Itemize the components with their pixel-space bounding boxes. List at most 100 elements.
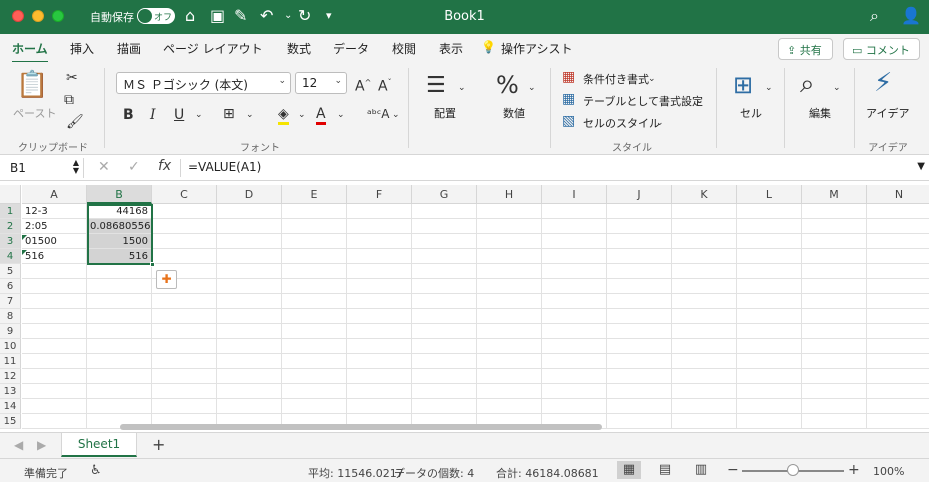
cell[interactable]: [607, 339, 672, 354]
cell[interactable]: [542, 249, 607, 264]
cell[interactable]: [672, 399, 737, 414]
find-icon[interactable]: ⌕: [800, 70, 815, 98]
copy-icon[interactable]: ⧉: [64, 92, 74, 108]
cell[interactable]: [607, 249, 672, 264]
cell[interactable]: [282, 264, 347, 279]
cell[interactable]: [282, 309, 347, 324]
cell[interactable]: [347, 294, 412, 309]
paste-label[interactable]: ペースト: [13, 105, 56, 121]
ideas-button[interactable]: アイデア: [866, 105, 909, 121]
cell[interactable]: [542, 204, 607, 219]
cell[interactable]: [217, 339, 282, 354]
cell[interactable]: [412, 249, 477, 264]
cell[interactable]: [282, 234, 347, 249]
tab-home[interactable]: ホーム: [12, 40, 48, 63]
font-size-select[interactable]: 12 ⌄: [295, 72, 347, 94]
cell[interactable]: [672, 339, 737, 354]
chevron-down-icon[interactable]: ⌄: [528, 80, 536, 96]
cell[interactable]: [412, 399, 477, 414]
cell[interactable]: [412, 309, 477, 324]
cell[interactable]: [542, 234, 607, 249]
row-header[interactable]: 2: [0, 219, 21, 234]
decrease-font-icon[interactable]: Aˇ: [378, 75, 392, 95]
phonetic-icon[interactable]: ᵃᵇᶜA: [367, 106, 390, 122]
conditional-format-button[interactable]: 条件付き書式: [583, 71, 649, 87]
format-painter-icon[interactable]: 🖌: [66, 114, 84, 130]
cell[interactable]: [347, 309, 412, 324]
row-header[interactable]: 12: [0, 369, 21, 384]
cell[interactable]: [607, 309, 672, 324]
cell[interactable]: [802, 399, 867, 414]
add-sheet-icon[interactable]: +: [152, 435, 165, 454]
cell[interactable]: [152, 234, 217, 249]
enter-icon[interactable]: ✓: [128, 159, 140, 175]
cell[interactable]: [22, 369, 87, 384]
chevron-down-icon[interactable]: ⌄: [337, 107, 345, 123]
tab-view[interactable]: 表示: [439, 40, 463, 57]
cell[interactable]: [542, 279, 607, 294]
row-header[interactable]: 7: [0, 294, 21, 309]
tab-insert[interactable]: 挿入: [70, 40, 94, 57]
column-header[interactable]: K: [672, 185, 737, 204]
cell[interactable]: [347, 204, 412, 219]
cell[interactable]: [737, 294, 802, 309]
cell[interactable]: [282, 204, 347, 219]
cell[interactable]: [477, 369, 542, 384]
cell[interactable]: [802, 264, 867, 279]
cell[interactable]: [737, 309, 802, 324]
chevron-down-icon[interactable]: ⌄: [458, 80, 466, 96]
cell[interactable]: [477, 249, 542, 264]
cell[interactable]: [672, 354, 737, 369]
tab-review[interactable]: 校閲: [392, 40, 416, 57]
cell[interactable]: [347, 219, 412, 234]
cell[interactable]: [802, 249, 867, 264]
sheet-tab[interactable]: Sheet1: [61, 433, 137, 457]
cell[interactable]: [542, 294, 607, 309]
cell[interactable]: [867, 279, 929, 294]
cell[interactable]: [87, 384, 152, 399]
tab-page-layout[interactable]: ページ レイアウト: [163, 40, 263, 57]
cell[interactable]: [152, 354, 217, 369]
cell[interactable]: [607, 414, 672, 429]
cell[interactable]: [87, 339, 152, 354]
tab-formulas[interactable]: 数式: [287, 40, 311, 57]
table-format-icon[interactable]: ▦: [562, 91, 575, 107]
cell[interactable]: [802, 354, 867, 369]
page-break-view-icon[interactable]: ▥: [689, 461, 713, 479]
row-header[interactable]: 5: [0, 264, 21, 279]
cell[interactable]: [542, 384, 607, 399]
cell[interactable]: [607, 204, 672, 219]
cell[interactable]: [282, 399, 347, 414]
cell[interactable]: [607, 324, 672, 339]
column-header[interactable]: C: [152, 185, 217, 204]
chevron-down-icon[interactable]: ⌄: [195, 107, 203, 123]
cell[interactable]: [347, 234, 412, 249]
cell[interactable]: [87, 309, 152, 324]
cell[interactable]: [542, 339, 607, 354]
column-header[interactable]: F: [347, 185, 412, 204]
cell[interactable]: [542, 264, 607, 279]
cells-icon[interactable]: ⊞: [733, 72, 753, 98]
cell[interactable]: [22, 399, 87, 414]
cell[interactable]: [22, 414, 87, 429]
cell[interactable]: [217, 324, 282, 339]
cell[interactable]: [22, 339, 87, 354]
cell[interactable]: [412, 279, 477, 294]
cell[interactable]: 516: [22, 249, 87, 264]
cell[interactable]: [737, 354, 802, 369]
cell[interactable]: [477, 384, 542, 399]
cell[interactable]: [87, 264, 152, 279]
chevron-down-icon[interactable]: ⌄: [656, 115, 664, 131]
ideas-icon[interactable]: ⚡: [874, 68, 892, 98]
column-header[interactable]: E: [282, 185, 347, 204]
cell[interactable]: [282, 249, 347, 264]
normal-view-icon[interactable]: ▦: [617, 461, 641, 479]
percent-icon[interactable]: %: [496, 72, 519, 98]
cell[interactable]: [22, 324, 87, 339]
font-name-select[interactable]: ＭＳ Ｐゴシック (本文) ⌄: [116, 72, 291, 94]
chevron-down-icon[interactable]: ⌄: [392, 107, 400, 123]
cell[interactable]: [347, 324, 412, 339]
cell[interactable]: [347, 384, 412, 399]
chevron-down-icon[interactable]: ⌄: [246, 107, 254, 123]
cell[interactable]: [152, 204, 217, 219]
